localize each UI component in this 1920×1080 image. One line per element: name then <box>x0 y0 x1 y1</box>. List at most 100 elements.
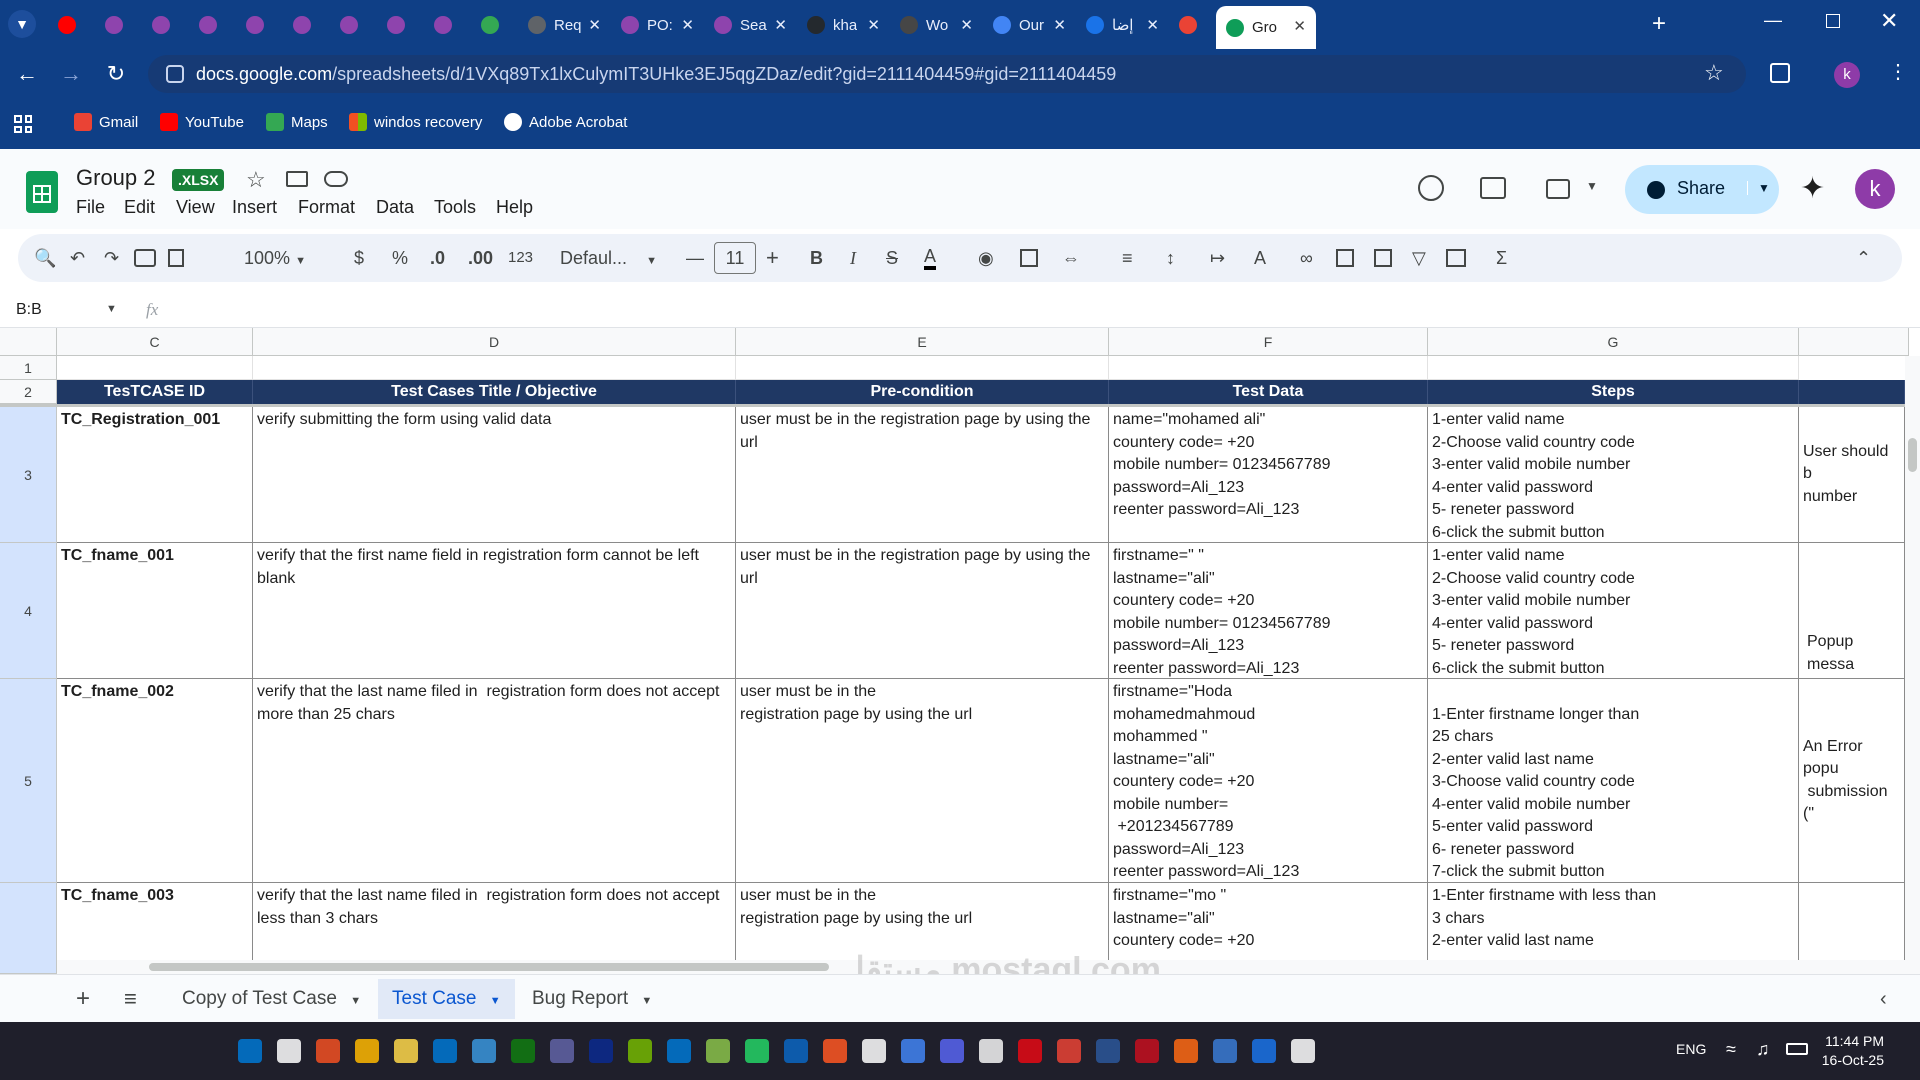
row-1-cell[interactable] <box>1109 356 1428 380</box>
vertical-scrollbar[interactable] <box>1905 356 1920 974</box>
column-header-g[interactable]: G <box>1428 328 1799 356</box>
browser-menu-icon[interactable]: ⋮ <box>1888 59 1908 84</box>
paint-format-icon[interactable] <box>168 249 184 267</box>
nvidia-icon[interactable] <box>628 1039 652 1063</box>
percent-format-button[interactable]: % <box>392 246 408 270</box>
text-wrapping-icon[interactable]: ↦ <box>1210 246 1225 270</box>
filter-icon[interactable]: ▽ <box>1412 246 1426 270</box>
browser-tab[interactable]: Gro ✕ <box>1216 6 1316 49</box>
column-header-c[interactable]: C <box>57 328 253 356</box>
discord-icon[interactable] <box>940 1039 964 1063</box>
add-sheet-button[interactable]: + <box>62 979 104 1019</box>
strikethrough-button[interactable]: S <box>886 246 898 270</box>
zoom-select[interactable]: 100% ▼ <box>244 246 306 273</box>
l-app-icon[interactable] <box>589 1039 613 1063</box>
system-clock[interactable]: 11:44 PM 16-Oct-25 <box>1822 1032 1884 1070</box>
menu-data[interactable]: Data <box>376 197 414 218</box>
chevron-down-icon[interactable]: ▼ <box>1586 179 1598 193</box>
browser-tab[interactable]: إضا ✕ <box>1076 8 1169 42</box>
browser-tab[interactable] <box>189 8 236 42</box>
header-testcase-id[interactable]: TesTCASE ID <box>57 380 253 404</box>
apps-grid-icon[interactable] <box>14 115 32 133</box>
snipping-icon[interactable] <box>1291 1039 1315 1063</box>
precondition-cell[interactable]: user must be in the registration page by… <box>736 543 1109 679</box>
collapse-toolbar-icon[interactable]: ⌃ <box>1856 246 1871 270</box>
gemini-icon[interactable]: ✦ <box>1800 171 1825 206</box>
browser-tab[interactable] <box>236 8 283 42</box>
test-data-cell[interactable]: firstname="Hoda mohamedmahmoud mohammed … <box>1109 679 1428 883</box>
test-data-cell[interactable]: firstname=" " lastname="ali" countery co… <box>1109 543 1428 679</box>
test-data-cell[interactable]: name="mohamed ali" countery code= +20 mo… <box>1109 407 1428 543</box>
row-1-cell[interactable] <box>736 356 1109 380</box>
office-icon[interactable] <box>1057 1039 1081 1063</box>
zoom-icon[interactable] <box>979 1039 1003 1063</box>
teams-icon[interactable] <box>472 1039 496 1063</box>
version-history-icon[interactable] <box>1418 175 1444 201</box>
header-steps[interactable]: Steps <box>1428 380 1799 404</box>
browser-tab[interactable]: Sea ✕ <box>704 8 797 42</box>
browser-tab[interactable]: Wo ✕ <box>890 8 983 42</box>
menu-format[interactable]: Format <box>298 197 355 218</box>
close-icon[interactable]: ✕ <box>867 16 880 34</box>
steps-cell[interactable]: 1-Enter firstname longer than 25 chars 2… <box>1428 679 1799 883</box>
text-rotation-icon[interactable]: A <box>1254 246 1266 270</box>
more-formats-button[interactable]: 123 <box>508 246 533 270</box>
browser-tab[interactable] <box>48 8 95 42</box>
account-avatar[interactable]: k <box>1855 169 1895 209</box>
browser-tab[interactable]: PO: ✕ <box>611 8 704 42</box>
copilot-icon[interactable] <box>316 1039 340 1063</box>
text-color-button[interactable]: A <box>924 246 937 270</box>
search-menus-icon[interactable]: 🔍 <box>34 246 56 270</box>
menu-view[interactable]: View <box>176 197 215 218</box>
close-icon[interactable]: ✕ <box>1146 16 1159 34</box>
close-icon[interactable]: ✕ <box>588 16 601 34</box>
select-all-corner[interactable] <box>0 328 57 356</box>
close-icon[interactable]: ✕ <box>960 16 973 34</box>
close-icon[interactable]: ✕ <box>774 16 787 34</box>
fill-color-icon[interactable]: ◉ <box>978 246 994 270</box>
bold-button[interactable]: B <box>810 246 823 270</box>
functions-icon[interactable]: Σ <box>1496 246 1507 270</box>
word-icon[interactable] <box>1096 1039 1120 1063</box>
row-1-cell[interactable] <box>57 356 253 380</box>
meet-icon[interactable] <box>1546 179 1570 199</box>
testcase-id-cell[interactable]: TC_Registration_001 <box>57 407 253 543</box>
site-info-icon[interactable] <box>166 65 184 83</box>
file-explorer-icon[interactable] <box>355 1039 379 1063</box>
share-button[interactable]: Share ▼ <box>1625 165 1779 214</box>
insert-link-icon[interactable]: ∞ <box>1300 246 1313 270</box>
header-pre-condition[interactable]: Pre-condition <box>736 380 1109 404</box>
search-icon[interactable] <box>277 1039 301 1063</box>
chrome-icon[interactable] <box>901 1039 925 1063</box>
browser-tab[interactable] <box>95 8 142 42</box>
outlook-icon[interactable] <box>433 1039 457 1063</box>
formula-input[interactable] <box>180 296 1900 324</box>
close-icon[interactable]: ✕ <box>1053 16 1066 34</box>
windows-start-icon[interactable] <box>238 1039 262 1063</box>
battery-icon[interactable] <box>1786 1043 1808 1055</box>
back-button[interactable]: ← <box>14 61 40 87</box>
row-header-2[interactable]: 2 <box>0 380 57 404</box>
filter-views-icon[interactable] <box>1446 249 1466 267</box>
testcase-id-cell[interactable]: TC_fname_001 <box>57 543 253 679</box>
address-bar[interactable]: docs.google.com/spreadsheets/d/1VXq89Tx1… <box>148 55 1746 93</box>
header-test-data[interactable]: Test Data <box>1109 380 1428 404</box>
steps-cell[interactable]: 1-enter valid name 2-Choose valid countr… <box>1428 543 1799 679</box>
comments-icon[interactable] <box>1480 177 1506 199</box>
folder-icon[interactable] <box>394 1039 418 1063</box>
row-header-3[interactable]: 3 <box>0 407 57 543</box>
desktop-icon[interactable] <box>667 1039 691 1063</box>
bookmark-maps[interactable]: Maps <box>266 113 328 131</box>
browser-tab[interactable] <box>1169 8 1216 42</box>
horizontal-align-icon[interactable]: ≡ <box>1122 246 1133 270</box>
chatgpt-icon[interactable] <box>862 1039 886 1063</box>
column-header-h[interactable] <box>1799 328 1909 356</box>
menu-help[interactable]: Help <box>496 197 533 218</box>
precondition-cell[interactable]: user must be in the registration page by… <box>736 407 1109 543</box>
expected-cell[interactable]: Popup messa <box>1799 543 1905 679</box>
new-tab-button[interactable]: + <box>1652 10 1666 38</box>
restore-button[interactable] <box>1826 14 1840 28</box>
print-icon[interactable] <box>134 249 156 267</box>
font-size-input[interactable]: 11 <box>714 242 756 274</box>
name-box-dropdown-icon[interactable]: ▼ <box>106 303 117 315</box>
